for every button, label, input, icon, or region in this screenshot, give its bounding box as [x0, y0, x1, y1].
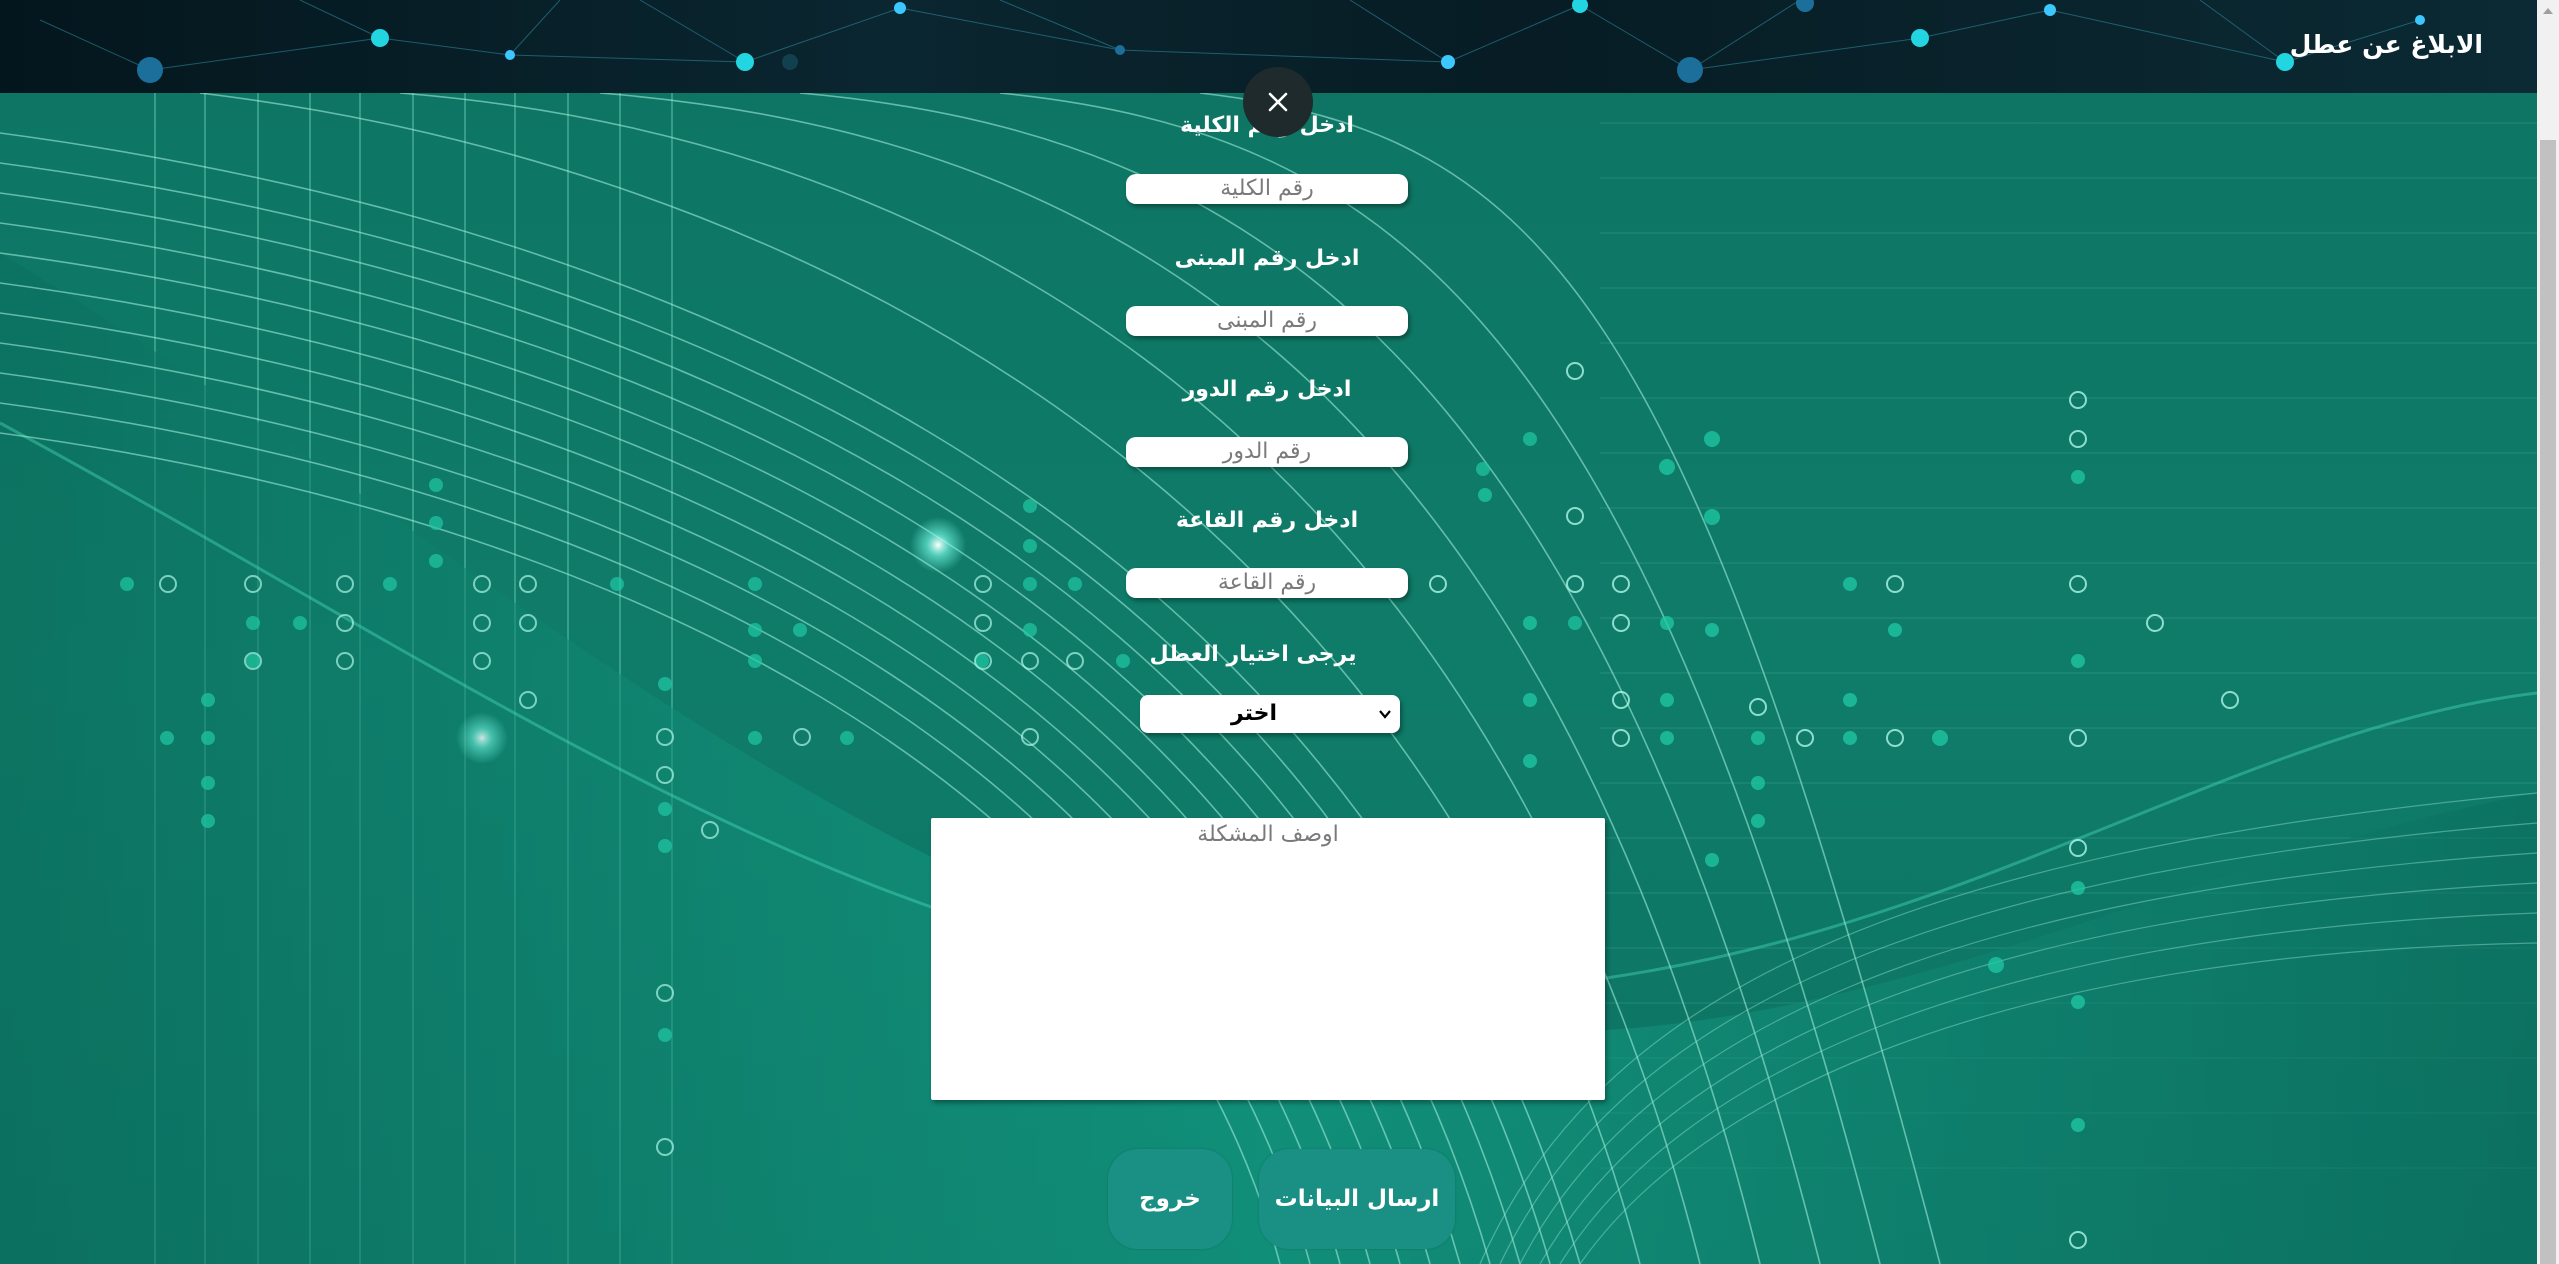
floor-input[interactable]: رقم الدور: [1126, 437, 1408, 467]
scrollbar[interactable]: [2537, 0, 2559, 1264]
room-input[interactable]: رقم القاعة: [1126, 568, 1408, 598]
college-placeholder: رقم الكلية: [1220, 176, 1314, 201]
building-label: ادخل رقم المبنى: [1174, 246, 1360, 271]
building-placeholder: رقم المبنى: [1217, 308, 1317, 333]
college-input[interactable]: رقم الكلية: [1126, 174, 1408, 204]
exit-button[interactable]: خروج: [1108, 1149, 1232, 1249]
chevron-down-icon: [1379, 710, 1391, 719]
scrollbar-thumb[interactable]: [2540, 140, 2556, 1264]
fault-select[interactable]: اختر: [1140, 695, 1400, 733]
send-button[interactable]: ارسال البيانات: [1259, 1149, 1455, 1249]
floor-label: ادخل رقم الدور: [1182, 377, 1352, 402]
room-placeholder: رقم القاعة: [1217, 570, 1317, 595]
floor-placeholder: رقم الدور: [1222, 439, 1312, 464]
room-label: ادخل رقم القاعة: [1175, 508, 1359, 533]
building-input[interactable]: رقم المبنى: [1126, 306, 1408, 336]
scroll-up-arrow-icon[interactable]: [2537, 0, 2559, 22]
close-icon: [1268, 92, 1288, 112]
description-textarea[interactable]: اوصف المشكلة: [931, 818, 1605, 1100]
description-placeholder: اوصف المشكلة: [1197, 822, 1339, 847]
page-title: الابلاغ عن عطل: [2289, 30, 2483, 59]
fault-label: يرجى اختيار العطل: [1149, 642, 1357, 667]
page: الابلاغ عن عطل ادخل الكلية رقم الكلية اد…: [0, 0, 2537, 1264]
fault-select-value: اختر: [1230, 701, 1278, 726]
close-button[interactable]: [1243, 67, 1313, 137]
